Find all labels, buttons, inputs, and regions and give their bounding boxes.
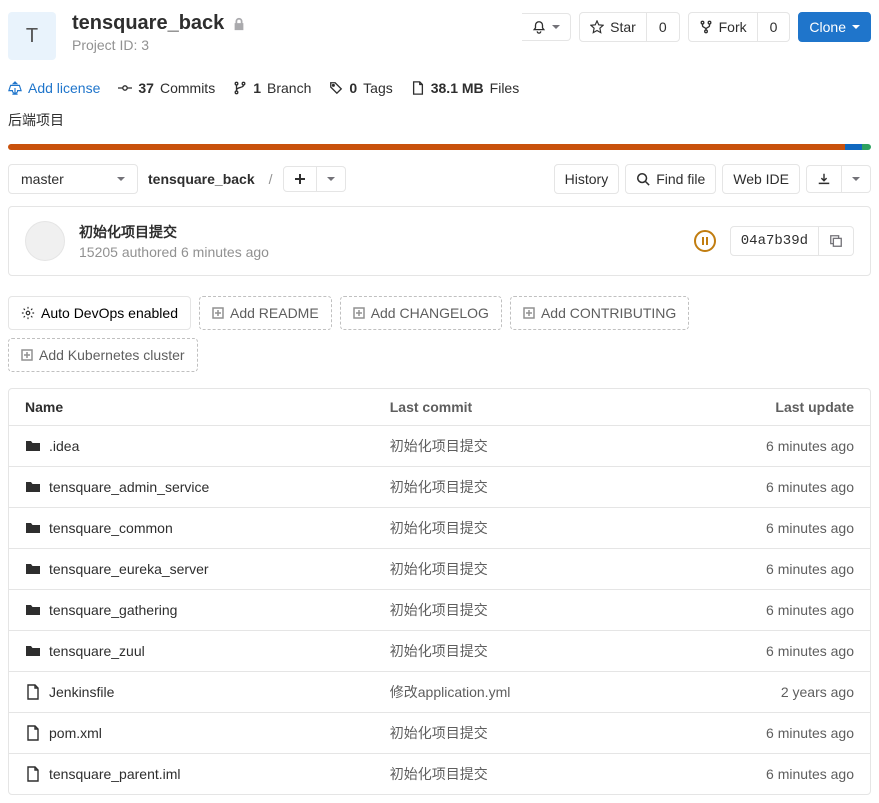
file-last-update: 6 minutes ago <box>705 725 854 741</box>
add-readme-button[interactable]: Add README <box>199 296 332 330</box>
download-button[interactable] <box>806 165 842 193</box>
lock-icon <box>232 17 246 31</box>
folder-icon <box>25 561 41 577</box>
table-row: tensquare_zuul初始化项目提交6 minutes ago <box>9 631 870 672</box>
project-description: 后端项目 <box>8 104 871 144</box>
table-row: tensquare_admin_service初始化项目提交6 minutes … <box>9 467 870 508</box>
history-button[interactable]: History <box>554 164 620 194</box>
file-name[interactable]: tensquare_gathering <box>25 602 390 618</box>
breadcrumb[interactable]: tensquare_back <box>144 171 259 187</box>
file-last-update: 6 minutes ago <box>705 643 854 659</box>
file-last-commit[interactable]: 初始化项目提交 <box>390 641 705 661</box>
folder-icon <box>25 602 41 618</box>
file-last-commit[interactable]: 初始化项目提交 <box>390 600 705 620</box>
file-icon <box>25 725 41 741</box>
file-last-commit[interactable]: 初始化项目提交 <box>390 559 705 579</box>
tags-stat[interactable]: 0 Tags <box>329 80 392 96</box>
file-last-update: 6 minutes ago <box>705 561 854 577</box>
folder-icon <box>25 643 41 659</box>
file-last-update: 6 minutes ago <box>705 438 854 454</box>
table-row: tensquare_gathering初始化项目提交6 minutes ago <box>9 590 870 631</box>
file-last-update: 6 minutes ago <box>705 602 854 618</box>
file-tree-table: Name Last commit Last update .idea初始化项目提… <box>8 388 871 795</box>
commit-sha[interactable]: 04a7b39d <box>730 226 819 256</box>
file-last-update: 6 minutes ago <box>705 479 854 495</box>
clone-button[interactable]: Clone <box>798 12 871 42</box>
branch-selector[interactable]: master <box>8 164 138 194</box>
file-icon <box>25 684 41 700</box>
notifications-button[interactable] <box>522 13 571 41</box>
add-kubernetes-button[interactable]: Add Kubernetes cluster <box>8 338 198 372</box>
file-name[interactable]: Jenkinsfile <box>25 684 390 700</box>
auto-devops-button[interactable]: Auto DevOps enabled <box>8 296 191 330</box>
table-header-update: Last update <box>705 399 854 415</box>
commits-stat[interactable]: 37 Commits <box>118 80 215 96</box>
file-name[interactable]: .idea <box>25 438 390 454</box>
table-header-name: Name <box>25 399 390 415</box>
add-changelog-button[interactable]: Add CHANGELOG <box>340 296 502 330</box>
breadcrumb-separator: / <box>265 171 277 187</box>
folder-icon <box>25 520 41 536</box>
table-row: .idea初始化项目提交6 minutes ago <box>9 426 870 467</box>
files-size-stat[interactable]: 38.1 MB Files <box>411 80 519 96</box>
star-count[interactable]: 0 <box>647 12 680 42</box>
file-last-commit[interactable]: 初始化项目提交 <box>390 436 705 456</box>
table-row: tensquare_eureka_server初始化项目提交6 minutes … <box>9 549 870 590</box>
star-button[interactable]: Star <box>579 12 647 42</box>
add-license-link[interactable]: Add license <box>8 80 100 96</box>
branches-stat[interactable]: 1 Branch <box>233 80 311 96</box>
file-name[interactable]: tensquare_common <box>25 520 390 536</box>
language-segment[interactable] <box>862 144 871 150</box>
add-file-button[interactable] <box>283 166 317 192</box>
commit-message[interactable]: 初始化项目提交 <box>79 222 680 242</box>
add-contributing-button[interactable]: Add CONTRIBUTING <box>510 296 689 330</box>
file-last-update: 6 minutes ago <box>705 520 854 536</box>
file-last-commit[interactable]: 初始化项目提交 <box>390 723 705 743</box>
add-file-dropdown[interactable] <box>317 166 346 192</box>
language-segment[interactable] <box>845 144 862 150</box>
project-title: tensquare_back <box>72 12 224 35</box>
commit-author-avatar[interactable] <box>25 221 65 261</box>
language-bar[interactable] <box>8 144 871 150</box>
folder-icon <box>25 479 41 495</box>
file-name[interactable]: tensquare_admin_service <box>25 479 390 495</box>
file-last-commit[interactable]: 初始化项目提交 <box>390 477 705 497</box>
find-file-button[interactable]: Find file <box>625 164 716 194</box>
file-last-update: 2 years ago <box>705 684 854 700</box>
copy-sha-button[interactable] <box>819 226 854 256</box>
project-avatar: T <box>8 12 56 60</box>
table-header-commit: Last commit <box>390 399 705 415</box>
folder-icon <box>25 438 41 454</box>
file-name[interactable]: tensquare_eureka_server <box>25 561 390 577</box>
file-last-commit[interactable]: 修改application.yml <box>390 682 705 702</box>
table-row: Jenkinsfile修改application.yml2 years ago <box>9 672 870 713</box>
web-ide-button[interactable]: Web IDE <box>722 164 800 194</box>
fork-button[interactable]: Fork <box>688 12 758 42</box>
file-name[interactable]: tensquare_zuul <box>25 643 390 659</box>
project-id: Project ID: 3 <box>72 37 522 53</box>
fork-count[interactable]: 0 <box>758 12 791 42</box>
file-icon <box>25 766 41 782</box>
file-last-commit[interactable]: 初始化项目提交 <box>390 764 705 784</box>
file-name[interactable]: pom.xml <box>25 725 390 741</box>
file-name[interactable]: tensquare_parent.iml <box>25 766 390 782</box>
download-dropdown[interactable] <box>842 165 871 193</box>
table-row: tensquare_common初始化项目提交6 minutes ago <box>9 508 870 549</box>
pipeline-status-pending-icon[interactable] <box>694 230 716 252</box>
file-last-commit[interactable]: 初始化项目提交 <box>390 518 705 538</box>
table-row: tensquare_parent.iml初始化项目提交6 minutes ago <box>9 754 870 794</box>
language-segment[interactable] <box>8 144 845 150</box>
file-last-update: 6 minutes ago <box>705 766 854 782</box>
commit-meta: 15205 authored 6 minutes ago <box>79 244 680 260</box>
